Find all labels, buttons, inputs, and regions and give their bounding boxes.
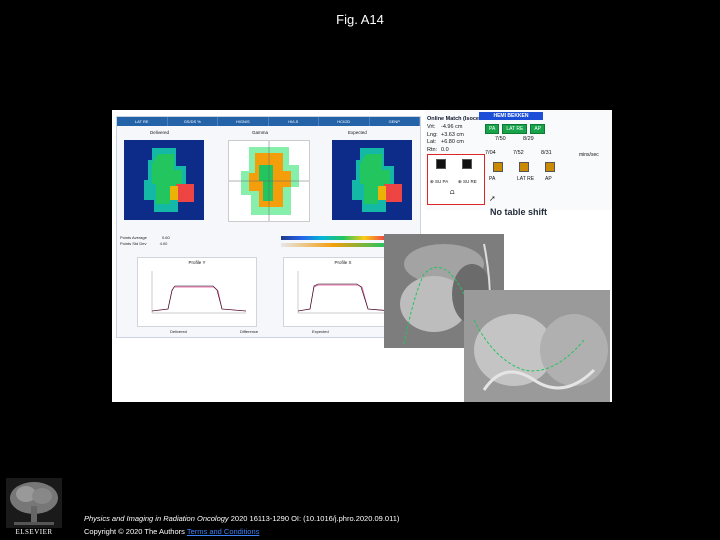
figure-image: LAT RE GS/DS % HIGN/S HI/LS HCI/2D GENP … bbox=[112, 110, 612, 402]
publisher-name: ELSEVIER bbox=[15, 528, 53, 536]
highlighted-images: ⊕ SU PA ⊕ SU RE ⩍ bbox=[427, 154, 485, 205]
expected-label: Expected bbox=[348, 130, 367, 135]
time-unit: mins/sec bbox=[579, 152, 599, 158]
dose-views: Delivered Gamma Expected bbox=[120, 130, 416, 230]
gamma-colorbar bbox=[281, 243, 385, 247]
tab[interactable]: HCI/2D bbox=[319, 117, 370, 126]
delivered-label: Delivered bbox=[150, 130, 170, 135]
image-icon[interactable] bbox=[436, 159, 446, 169]
reference: 2020 16113-1290 OI: (10.1016/j.phro.2020… bbox=[228, 514, 400, 523]
field-lat-re-button[interactable]: LAT RE bbox=[502, 124, 528, 134]
stat-label: Points Std Dev bbox=[120, 241, 147, 246]
tab-bar: LAT RE GS/DS % HIGN/S HI/LS HCI/2D GENP bbox=[117, 117, 420, 126]
online-match-panel: HEMI BEKKEN Online Match (Isoce Vrt: -4.9… bbox=[425, 110, 612, 210]
portal-image-ap bbox=[464, 290, 610, 402]
cursor-icon: ➚ bbox=[489, 194, 496, 203]
rtn-value: 0.0 bbox=[441, 146, 449, 153]
field-values: 7/50 8/29 bbox=[495, 136, 534, 142]
tab[interactable]: HI/LS bbox=[269, 117, 319, 126]
tab[interactable]: LAT RE bbox=[117, 117, 168, 126]
figure-title: Fig. A14 bbox=[336, 12, 384, 27]
field-ap-button[interactable]: AP bbox=[530, 124, 546, 134]
pa-image-icon[interactable] bbox=[493, 162, 503, 172]
journal-name: Physics and Imaging in Radiation Oncolog… bbox=[84, 514, 229, 523]
tab[interactable]: GS/DS % bbox=[168, 117, 218, 126]
online-match-title: Online Match (Isoce bbox=[427, 116, 479, 122]
no-table-shift-label: No table shift bbox=[490, 207, 548, 217]
stat-value: 4.00 bbox=[159, 241, 168, 246]
citation: Physics and Imaging in Radiation Oncolog… bbox=[84, 512, 399, 538]
ap-image-icon[interactable] bbox=[545, 162, 555, 172]
legend-delivered: Delivered bbox=[170, 329, 187, 334]
su-re-label: ⊕ SU RE bbox=[458, 179, 477, 184]
gamma-map bbox=[228, 140, 310, 222]
image-icon[interactable] bbox=[462, 159, 472, 169]
image-labels: PA LAT RE AP bbox=[489, 176, 552, 182]
shift-values: Vrt: -4.96 cm Lng: +3.63 cm Lat: +6.80 cm R… bbox=[427, 124, 464, 153]
stat-label: Points Average bbox=[120, 235, 147, 240]
dosimetry-software-panel: LAT RE GS/DS % HIGN/S HI/LS HCI/2D GENP … bbox=[116, 116, 421, 338]
profile-y-chart: Profile Y bbox=[137, 257, 257, 327]
dose-colorbar bbox=[281, 236, 385, 240]
plan-name: HEMI BEKKEN bbox=[479, 112, 543, 120]
su-pa-label: ⊕ SU PA bbox=[430, 179, 449, 184]
lng-value: +3.63 cm bbox=[441, 131, 464, 138]
legend-difference: Difference bbox=[240, 329, 259, 334]
gamma-label: Gamma bbox=[252, 130, 269, 135]
field-pa-button[interactable]: PA bbox=[485, 124, 500, 134]
stat-value: 0.60 bbox=[161, 235, 170, 240]
statistics: Points Average 0.60 Points Std Dev 4.00 bbox=[120, 235, 170, 247]
tab[interactable]: HIGN/S bbox=[218, 117, 269, 126]
table-icon: ⩍ bbox=[450, 189, 455, 196]
field-buttons: PA LAT RE AP bbox=[485, 124, 546, 134]
lat-value: +6.80 cm bbox=[441, 139, 464, 145]
vrt-value: -4.96 cm bbox=[441, 124, 463, 130]
copyright: Copyright © 2020 The Authors bbox=[84, 527, 187, 536]
lat-re-image-icon[interactable] bbox=[519, 162, 529, 172]
expected-dose-map bbox=[332, 140, 412, 220]
legend-expected: Expected bbox=[312, 329, 329, 334]
delivered-dose-map bbox=[124, 140, 204, 220]
tab[interactable]: GENP bbox=[370, 117, 420, 126]
terms-link[interactable]: Terms and Conditions bbox=[187, 527, 260, 536]
field-numbers: 7/04 7/52 8/31 bbox=[485, 150, 552, 156]
